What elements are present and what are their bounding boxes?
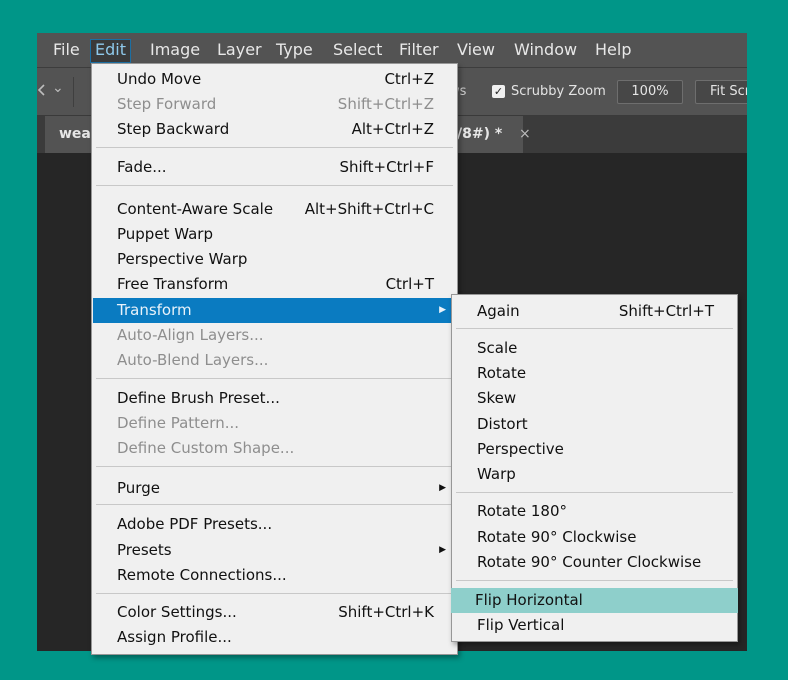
menu-separator xyxy=(96,593,453,594)
menu-item-define-brush-preset[interactable]: Define Brush Preset... xyxy=(93,386,456,411)
menu-item-again[interactable]: Again Shift+Ctrl+T xyxy=(453,299,736,324)
menu-item-content-aware-scale[interactable]: Content-Aware Scale Alt+Shift+Ctrl+C xyxy=(93,197,456,222)
menu-item-free-transform[interactable]: Free Transform Ctrl+T xyxy=(93,272,456,297)
menu-filter[interactable]: Filter xyxy=(395,39,443,61)
menu-item-define-custom-shape: Define Custom Shape... xyxy=(117,439,295,457)
menu-separator xyxy=(96,504,453,505)
menu-image[interactable]: Image xyxy=(146,39,204,61)
menu-separator xyxy=(96,185,453,186)
menu-item-perspective[interactable]: Perspective xyxy=(453,437,736,462)
menu-item-presets[interactable]: Presets ▶ xyxy=(93,538,456,563)
menu-item-fade[interactable]: Fade... Shift+Ctrl+F xyxy=(93,155,456,180)
menu-item-step-forward: Step Forward Shift+Ctrl+Z xyxy=(117,95,434,113)
zoom-tool-icon[interactable] xyxy=(37,83,45,101)
menu-item-distort[interactable]: Distort xyxy=(453,412,736,437)
menu-item-rotate-90-cw[interactable]: Rotate 90° Clockwise xyxy=(453,525,736,550)
menu-item-scale[interactable]: Scale xyxy=(453,336,736,361)
menu-item-flip-vertical[interactable]: Flip Vertical xyxy=(453,613,736,638)
menu-file[interactable]: File xyxy=(49,39,84,61)
menu-item-color-settings[interactable]: Color Settings... Shift+Ctrl+K xyxy=(93,600,456,625)
fit-screen-button[interactable]: Fit Scr xyxy=(695,80,747,104)
menu-item-adobe-pdf-presets[interactable]: Adobe PDF Presets... xyxy=(93,512,456,537)
menu-layer[interactable]: Layer xyxy=(213,39,266,61)
menu-item-undo-move[interactable]: Undo Move Ctrl+Z xyxy=(93,67,456,92)
edit-menu: Undo Move Ctrl+Z Step Forward Shift+Ctrl+Z… xyxy=(91,63,458,655)
menu-item-step-backward[interactable]: Step Backward Alt+Ctrl+Z xyxy=(93,117,456,142)
menu-item-warp[interactable]: Warp xyxy=(453,462,736,487)
submenu-arrow-icon: ▶ xyxy=(439,305,446,315)
menu-window[interactable]: Window xyxy=(510,39,581,61)
transform-submenu: Again Shift+Ctrl+T Scale Rotate Skew Dist… xyxy=(451,294,738,642)
menu-separator xyxy=(456,492,733,493)
submenu-arrow-icon: ▶ xyxy=(439,483,446,493)
menu-item-flip-horizontal[interactable]: Flip Horizontal xyxy=(451,588,738,613)
menu-view[interactable]: View xyxy=(453,39,499,61)
menu-separator xyxy=(96,378,453,379)
scrubby-zoom-checkbox[interactable]: ✓ xyxy=(492,85,505,98)
menu-separator xyxy=(456,328,733,329)
submenu-arrow-icon: ▶ xyxy=(439,545,446,555)
menu-item-perspective-warp[interactable]: Perspective Warp xyxy=(93,247,456,272)
menu-item-rotate[interactable]: Rotate xyxy=(453,361,736,386)
document-tab-title-end: /8#) * xyxy=(457,126,503,142)
menu-item-assign-profile[interactable]: Assign Profile... xyxy=(93,625,456,650)
menu-item-auto-blend-layers: Auto-Blend Layers... xyxy=(117,351,269,369)
toolbar-divider xyxy=(73,77,74,107)
menu-edit[interactable]: Edit xyxy=(90,39,131,63)
close-tab-icon[interactable]: × xyxy=(519,116,531,153)
menu-item-skew[interactable]: Skew xyxy=(453,386,736,411)
menu-item-rotate-180[interactable]: Rotate 180° xyxy=(453,499,736,524)
document-tab-title-start: wea xyxy=(59,126,91,142)
menu-type[interactable]: Type xyxy=(272,39,317,61)
menu-item-auto-align-layers: Auto-Align Layers... xyxy=(117,326,264,344)
menu-separator xyxy=(456,580,733,581)
menu-item-remote-connections[interactable]: Remote Connections... xyxy=(93,563,456,588)
menu-separator xyxy=(96,147,453,148)
scrubby-zoom-label: Scrubby Zoom xyxy=(511,84,606,99)
menu-select[interactable]: Select xyxy=(329,39,386,61)
menu-separator xyxy=(96,466,453,467)
menu-item-rotate-90-ccw[interactable]: Rotate 90° Counter Clockwise xyxy=(453,550,736,575)
menu-item-define-pattern: Define Pattern... xyxy=(117,414,239,432)
menu-help[interactable]: Help xyxy=(591,39,635,61)
menu-item-purge[interactable]: Purge ▶ xyxy=(93,476,456,501)
menu-item-transform[interactable]: Transform ▶ xyxy=(93,298,456,323)
tool-preset-chevron-icon[interactable]: ⌄ xyxy=(52,80,64,96)
zoom-100-button[interactable]: 100% xyxy=(617,80,683,104)
menu-item-puppet-warp[interactable]: Puppet Warp xyxy=(93,222,456,247)
